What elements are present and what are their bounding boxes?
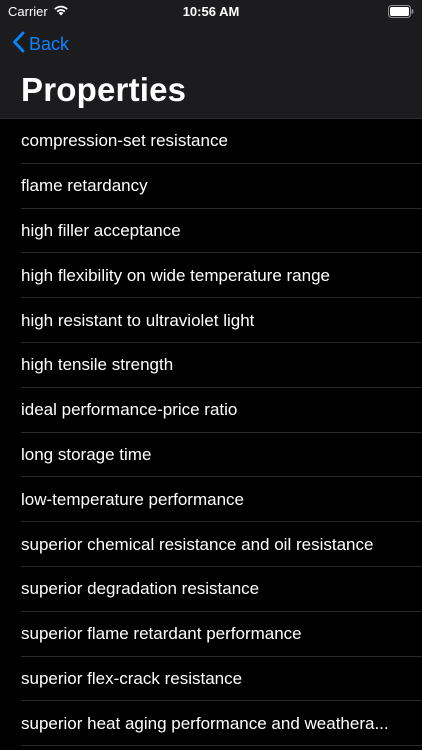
list-item-label: high flexibility on wide temperature ran… <box>21 265 331 285</box>
back-label: Back <box>29 33 70 54</box>
list-item-label: superior flame retardant performance <box>21 624 302 644</box>
list-item[interactable]: superior chemical resistance and oil res… <box>0 522 422 567</box>
list-item-label: ideal performance-price ratio <box>21 400 238 420</box>
navigation-bar: Back Properties <box>0 24 422 119</box>
list-item[interactable]: compression-set resistance <box>0 119 422 164</box>
battery-icon <box>388 5 414 23</box>
list-item[interactable]: high tensile strength <box>0 343 422 388</box>
list-item[interactable]: ideal performance-price ratio <box>0 388 422 433</box>
list-item-label: superior degradation resistance <box>21 579 260 599</box>
list-item[interactable]: high filler acceptance <box>0 209 422 254</box>
list-item[interactable]: high resistant to ultraviolet light <box>0 298 422 343</box>
screen: Carrier 10:56 AM Back Properties compres… <box>0 0 422 750</box>
list-item-label: high resistant to ultraviolet light <box>21 310 255 330</box>
status-bar: Carrier 10:56 AM <box>0 0 422 24</box>
page-title: Properties <box>21 71 187 108</box>
back-button[interactable]: Back <box>12 31 70 58</box>
list-item-label: compression-set resistance <box>21 131 228 151</box>
list-item-label: low-temperature performance <box>21 489 244 509</box>
list-item[interactable]: superior heat aging performance and weat… <box>0 701 422 746</box>
list-item-label: high tensile strength <box>21 355 174 375</box>
list-item[interactable]: superior flex-crack resistance <box>0 657 422 702</box>
list-item-label: superior chemical resistance and oil res… <box>21 534 374 554</box>
list-item-label: flame retardancy <box>21 176 148 196</box>
list-item[interactable]: flame retardancy <box>0 164 422 209</box>
property-list: compression-set resistance flame retardan… <box>0 119 422 746</box>
list-item-label: long storage time <box>21 444 152 464</box>
list-item[interactable]: high flexibility on wide temperature ran… <box>0 253 422 298</box>
list-item[interactable]: superior flame retardant performance <box>0 612 422 657</box>
list-item[interactable]: superior degradation resistance <box>0 567 422 612</box>
list-item-label: high filler acceptance <box>21 220 181 240</box>
chevron-left-icon <box>12 31 25 58</box>
list-item[interactable]: low-temperature performance <box>0 477 422 522</box>
list-item-label: superior heat aging performance and weat… <box>21 713 389 733</box>
status-time: 10:56 AM <box>182 4 240 19</box>
list-item-label: superior flex-crack resistance <box>21 668 243 688</box>
list-item[interactable]: long storage time <box>0 433 422 478</box>
